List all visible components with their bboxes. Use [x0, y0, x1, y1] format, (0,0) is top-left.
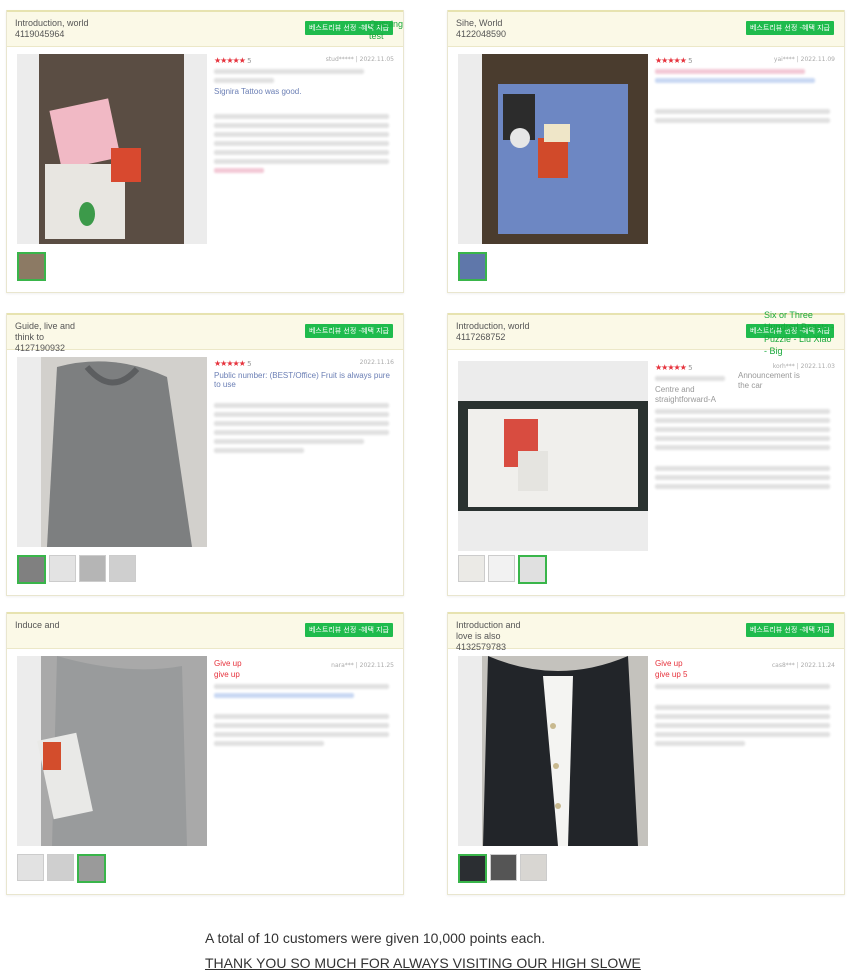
points-notice: A total of 10 customers were given 10,00…: [205, 930, 546, 946]
card-header-text: Induce and: [15, 620, 60, 630]
review-date: 2022.11.03: [800, 363, 835, 370]
review-card: Introduction, world 4117268752 베스트리뷰 선정 …: [447, 310, 845, 596]
photo-image: [37, 656, 207, 846]
reviewer-id: yai****: [773, 56, 795, 63]
review-line: Signira Tattoo was good.: [214, 87, 302, 96]
thumbnail[interactable]: [458, 854, 487, 883]
give-up-label: Give up give up: [214, 659, 242, 679]
rating-value: 5: [247, 360, 252, 368]
card-header: Introduction and love is also 4132579783…: [448, 612, 844, 652]
photo-image: [39, 54, 184, 244]
photo-image: [482, 54, 648, 244]
review-date: 2022.11.05: [359, 56, 394, 63]
review-body: ★★★★★ 5 2022.11.16 Public number: (BEST/…: [214, 359, 394, 457]
review-date: 2022.11.16: [359, 359, 394, 366]
overlay-text: Six or Three Hundred Beasts - Puzzle - L…: [764, 310, 835, 356]
rating-stars: ★★★★★: [655, 363, 687, 372]
best-review-badge: 베스트리뷰 선정 -혜택 지급: [745, 623, 834, 637]
rating-stars: ★★★★★: [214, 359, 246, 368]
overlay-text: Queuing test: [369, 19, 404, 41]
centre-note: Centre and straightforward-A: [655, 385, 716, 404]
review-photo[interactable]: [17, 54, 207, 244]
rating-value: 5: [247, 57, 252, 65]
review-photo[interactable]: [458, 54, 648, 244]
reviewer-id: stud*****: [325, 56, 354, 63]
best-review-badge: 베스트리뷰 선정 -혜택 지급: [304, 324, 393, 338]
card-header: Induce and 베스트리뷰 선정 -혜택 지급: [7, 612, 403, 649]
thumbnail[interactable]: [17, 854, 44, 881]
reviewer-id: cas8***: [771, 662, 795, 669]
review-date: 2022.11.09: [800, 56, 835, 63]
thumbnail[interactable]: [77, 854, 106, 883]
card-header: Guide, live and think to 4127190932 베스트리…: [7, 313, 403, 353]
thumbnail[interactable]: [79, 555, 106, 582]
review-date: 2022.11.24: [800, 662, 835, 669]
review-photo[interactable]: [17, 357, 207, 547]
review-photo[interactable]: [458, 656, 648, 846]
review-body: Give up give up 5 cas8*** | 2022.11.24: [655, 658, 835, 750]
best-review-badge: 베스트리뷰 선정 -혜택 지급: [745, 21, 834, 35]
thumbnail[interactable]: [518, 555, 547, 584]
review-date: 2022.11.25: [359, 662, 394, 669]
announcement-note: Announcement is the car: [738, 371, 800, 390]
thumbnail[interactable]: [458, 555, 485, 582]
best-review-badge: 베스트리뷰 선정 -혜택 지급: [304, 623, 393, 637]
thumbnail[interactable]: [520, 854, 547, 881]
review-card: Introduction, world 4119045964 베스트리뷰 선정 …: [6, 10, 404, 293]
thumbnail-strip: [458, 555, 547, 584]
thumbnail-strip: [17, 854, 106, 883]
card-header-text: Introduction, world 4119045964: [15, 18, 89, 39]
public-number-note: Public number: (BEST/Office) Fruit is al…: [214, 371, 390, 389]
photo-image: [41, 357, 207, 547]
thumbnail[interactable]: [17, 252, 46, 281]
thumbnail[interactable]: [17, 555, 46, 584]
rating-value: 5: [688, 364, 693, 372]
thumbnail[interactable]: [47, 854, 74, 881]
card-header: Introduction, world 4119045964 베스트리뷰 선정 …: [7, 10, 403, 47]
rating-stars: ★★★★★: [214, 56, 246, 65]
review-body: ★★★★★ 5 yai**** | 2022.11.09: [655, 56, 835, 127]
card-header-text: Introduction and love is also 4132579783: [456, 620, 521, 652]
thumbnail[interactable]: [109, 555, 136, 582]
rating-stars: ★★★★★: [655, 56, 687, 65]
reviewer-id: nara***: [331, 662, 354, 669]
card-header-text: Sihe, World 4122048590: [456, 18, 507, 39]
reviewer-id: korh***: [772, 363, 795, 370]
card-header-text: Introduction, world 4117268752: [456, 321, 530, 342]
review-card: Induce and 베스트리뷰 선정 -혜택 지급 Give up give …: [6, 612, 404, 895]
thumbnail[interactable]: [488, 555, 515, 582]
thumbnail-strip: [458, 252, 487, 281]
card-header-text: Guide, live and think to 4127190932: [15, 321, 76, 353]
thumbnail-strip: [458, 854, 547, 883]
thank-you-banner: THANK YOU SO MUCH FOR ALWAYS VISITING OU…: [205, 955, 641, 971]
review-photo[interactable]: [458, 361, 648, 551]
thumbnail-strip: [17, 252, 46, 281]
thumbnail[interactable]: [49, 555, 76, 582]
thumbnail-strip: [17, 555, 136, 584]
review-card: Sihe, World 4122048590 베스트리뷰 선정 -혜택 지급 ★…: [447, 10, 845, 293]
thumbnail[interactable]: [458, 252, 487, 281]
review-body: ★★★★★ 5 stud***** | 2022.11.05 Signira T…: [214, 56, 394, 177]
photo-image: [482, 656, 648, 846]
rating-value: 5: [688, 57, 693, 65]
review-card: Guide, live and think to 4127190932 베스트리…: [6, 313, 404, 596]
review-body: Give up give up nara*** | 2022.11.25: [214, 658, 394, 750]
thumbnail[interactable]: [490, 854, 517, 881]
give-up-label: Give up give up 5: [655, 659, 688, 679]
card-header: Sihe, World 4122048590 베스트리뷰 선정 -혜택 지급: [448, 10, 844, 47]
review-photo[interactable]: [17, 656, 207, 846]
review-card: Introduction and love is also 4132579783…: [447, 612, 845, 895]
photo-image: [458, 401, 648, 511]
